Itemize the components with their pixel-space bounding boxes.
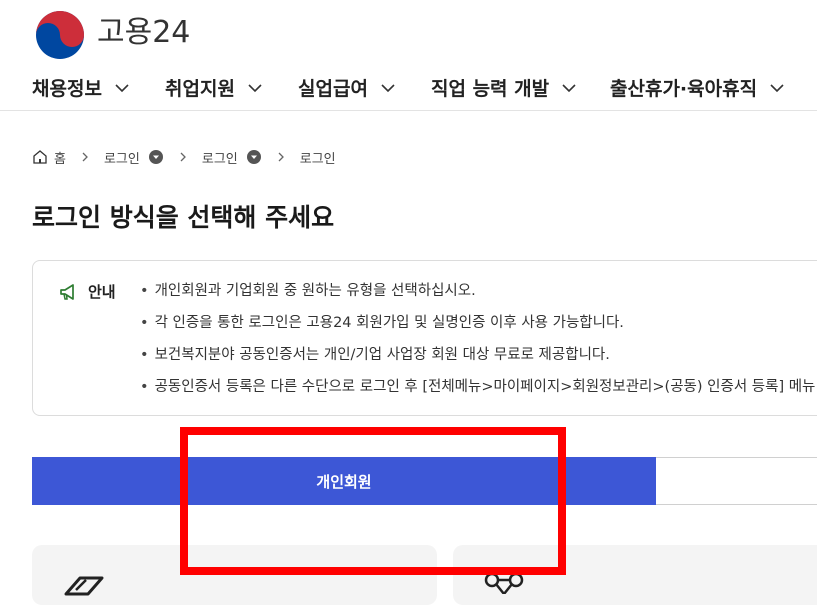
megaphone-icon [60,284,74,300]
notice-item: 개인회원과 기업회원 중 원하는 유형을 선택하십시오. [140,280,815,312]
notice-item: 보건복지분야 공동인증서는 개인/기업 사업장 회원 대상 무료로 제공합니다. [140,344,815,376]
taegeuk-logo-icon[interactable] [34,9,86,61]
breadcrumb-item[interactable]: 로그인 [104,148,140,167]
certificate-card-icon [64,576,104,596]
chevron-right-icon [82,152,88,162]
chevron-down-icon [381,83,395,92]
nav-item-jobs[interactable]: 채용정보 [32,74,130,101]
main-navigation: 채용정보 취업지원 실업급여 직업 능력 개발 출산휴가·육아휴직 [0,68,817,111]
site-logo-text[interactable]: 고용24 [97,14,190,52]
breadcrumb-home[interactable]: 홈 [54,148,66,167]
notice-list: 개인회원과 기업회원 중 원하는 유형을 선택하십시오. 각 인증을 통한 로그… [140,280,816,408]
link-chain-icon [484,572,524,594]
nav-item-vocational-training[interactable]: 직업 능력 개발 [431,74,577,101]
chevron-right-icon [278,152,284,162]
breadcrumb-item[interactable]: 로그인 [202,148,238,167]
highlight-box [180,427,566,575]
dropdown-circle-icon[interactable] [148,149,164,165]
notice-label: 안내 [88,283,116,301]
nav-item-label: 출산휴가·육아휴직 [610,78,758,100]
breadcrumb: 홈 로그인 로그인 로그인 [32,146,336,168]
nav-item-employment-support[interactable]: 취업지원 [165,74,263,101]
chevron-down-icon [770,83,784,92]
nav-item-label: 직업 능력 개발 [431,78,550,100]
nav-item-unemployment-benefits[interactable]: 실업급여 [298,74,396,101]
chevron-down-icon [248,83,262,92]
breadcrumb-current: 로그인 [299,151,336,167]
nav-item-label: 실업급여 [298,78,368,100]
notice-item: 공동인증서 등록은 다른 수단으로 로그인 후 [전체메뉴>마이페이지>회원정보… [140,376,816,408]
chevron-down-icon [562,83,576,92]
nav-item-label: 취업지원 [165,78,235,100]
chevron-down-icon [115,83,129,92]
home-icon[interactable] [32,149,48,165]
nav-item-label: 채용정보 [32,78,102,100]
nav-item-parental-leave[interactable]: 출산휴가·육아휴직 [610,74,785,101]
chevron-right-icon [180,152,186,162]
page-title: 로그인 방식을 선택해 주세요 [32,203,335,232]
dropdown-circle-icon[interactable] [246,149,262,165]
notice-item: 각 인증을 통한 로그인은 고용24 회원가입 및 실명인증 이후 사용 가능합… [140,312,815,344]
